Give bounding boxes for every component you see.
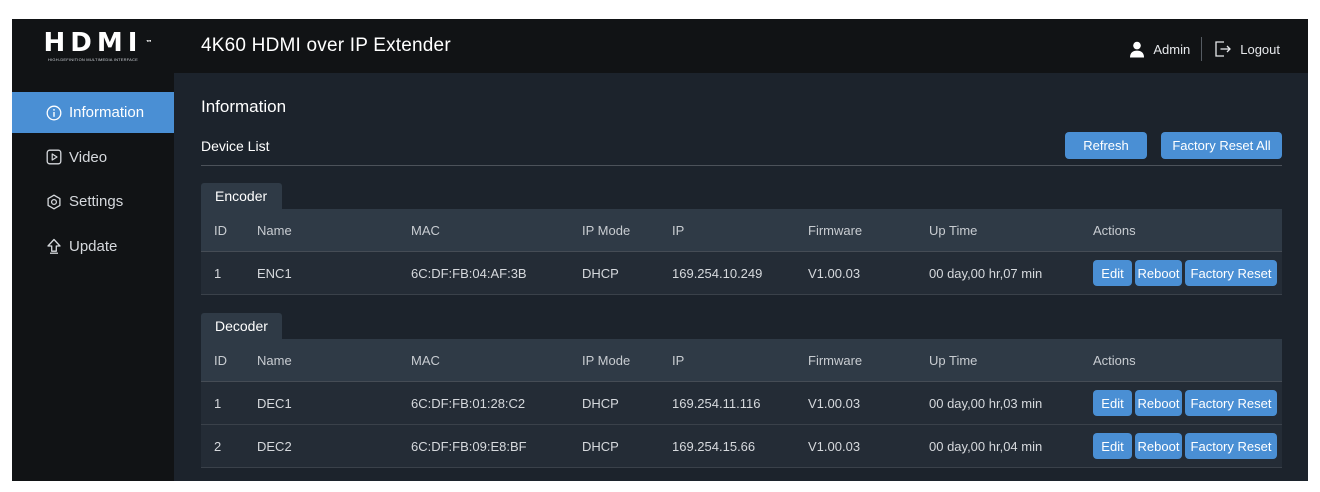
cell-uptime: 00 day,00 hr,04 min (929, 438, 1043, 454)
app-title: 4K60 HDMI over IP Extender (201, 35, 451, 56)
logout-link[interactable]: Logout (1240, 42, 1280, 57)
sidebar-item-label: Update (69, 237, 118, 255)
sidebar-item-update[interactable]: Update (12, 226, 174, 267)
tab-encoder[interactable]: Encoder (201, 183, 282, 209)
cell-ip: 169.254.11.116 (672, 395, 761, 411)
cell-mac: 6C:DF:FB:09:E8:BF (411, 438, 527, 454)
gear-icon (46, 194, 62, 210)
column-header: Firmware (808, 222, 863, 238)
edit-button[interactable]: Edit (1093, 433, 1132, 459)
column-header: Actions (1093, 352, 1136, 368)
encoder-table: ID Name MAC IP Mode IP Firmware Up Time … (201, 209, 1282, 295)
reboot-button[interactable]: Reboot (1135, 260, 1182, 286)
sidebar-item-label: Settings (69, 193, 124, 210)
column-header: ID (214, 352, 227, 368)
table-header: ID Name MAC IP Mode IP Firmware Up Time … (201, 209, 1282, 252)
sidebar: HDMI ™ HIGH-DEFINITION MULTIMEDIA INTERFA… (12, 19, 174, 481)
cell-mac: 6C:DF:FB:01:28:C2 (411, 395, 526, 411)
cell-uptime: 00 day,00 hr,03 min (929, 395, 1043, 411)
decoder-table: ID Name MAC IP Mode IP Firmware Up Time … (201, 339, 1282, 468)
sidebar-item-label: Information (69, 104, 145, 121)
tab-decoder[interactable]: Decoder (201, 313, 282, 339)
cell-firmware: V1.00.03 (808, 438, 861, 454)
column-header: Name (257, 222, 292, 238)
cell-name: ENC1 (257, 265, 292, 281)
factory-reset-button[interactable]: Factory Reset (1185, 260, 1277, 286)
cell-ip-mode: DHCP (582, 395, 619, 411)
column-header: IP (672, 222, 685, 238)
cell-ip: 169.254.10.249 (672, 265, 763, 281)
cell-ip-mode: DHCP (582, 438, 619, 454)
sidebar-item-information[interactable]: Information (12, 92, 174, 133)
cell-id: 2 (214, 438, 222, 454)
column-header: Actions (1093, 222, 1136, 238)
table-header: ID Name MAC IP Mode IP Firmware Up Time … (201, 339, 1282, 382)
table-row: 2 DEC2 6C:DF:FB:09:E8:BF DHCP 169.254.15… (201, 425, 1282, 468)
app-window: HDMI ™ HIGH-DEFINITION MULTIMEDIA INTERFA… (12, 19, 1308, 481)
cell-id: 1 (214, 265, 222, 281)
column-header: MAC (411, 352, 440, 368)
divider (201, 165, 1282, 166)
info-icon (46, 105, 62, 121)
cell-name: DEC1 (257, 395, 292, 411)
edit-button[interactable]: Edit (1093, 390, 1132, 416)
column-header: Up Time (929, 222, 978, 238)
upload-arrow-icon (46, 238, 62, 254)
cell-uptime: 00 day,00 hr,07 min (929, 265, 1043, 281)
column-header: IP (672, 352, 685, 368)
logout-icon[interactable] (1214, 40, 1232, 58)
sidebar-nav: Information Video Settings Update (12, 92, 174, 270)
divider (1201, 37, 1203, 61)
sidebar-item-settings[interactable]: Settings (12, 181, 174, 222)
user-area: Admin Logout (1129, 37, 1280, 61)
device-list-heading: Device List (201, 138, 270, 154)
cell-ip-mode: DHCP (582, 265, 619, 281)
reboot-button[interactable]: Reboot (1135, 390, 1182, 416)
top-bar: 4K60 HDMI over IP Extender Admin Logout (174, 19, 1308, 73)
user-name[interactable]: Admin (1153, 42, 1190, 57)
edit-button[interactable]: Edit (1093, 260, 1132, 286)
factory-reset-button[interactable]: Factory Reset (1185, 390, 1277, 416)
hdmi-logo: HDMI ™ HIGH-DEFINITION MULTIMEDIA INTERFA… (12, 19, 174, 73)
column-header: IP Mode (582, 222, 631, 238)
column-header: Up Time (929, 352, 978, 368)
cell-id: 1 (214, 395, 222, 411)
factory-reset-all-button[interactable]: Factory Reset All (1161, 132, 1282, 159)
refresh-button[interactable]: Refresh (1065, 132, 1147, 159)
cell-firmware: V1.00.03 (808, 265, 861, 281)
main-content: Information Device List Refresh Factory … (174, 73, 1308, 481)
logo-wordmark: HDMI ™ (43, 27, 153, 58)
user-icon (1130, 41, 1145, 57)
sidebar-item-label: Video (69, 148, 108, 166)
sidebar-item-video[interactable]: Video (12, 137, 174, 178)
table-row: 1 DEC1 6C:DF:FB:01:28:C2 DHCP 169.254.11… (201, 382, 1282, 425)
table-row: 1 ENC1 6C:DF:FB:04:AF:3B DHCP 169.254.10… (201, 252, 1282, 295)
reboot-button[interactable]: Reboot (1135, 433, 1182, 459)
cell-mac: 6C:DF:FB:04:AF:3B (411, 265, 527, 281)
column-header: Name (257, 352, 292, 368)
column-header: MAC (411, 222, 440, 238)
cell-firmware: V1.00.03 (808, 395, 861, 411)
play-icon (46, 149, 62, 165)
factory-reset-button[interactable]: Factory Reset (1185, 433, 1277, 459)
page-title: Information (201, 97, 287, 116)
column-header: IP Mode (582, 352, 631, 368)
column-header: Firmware (808, 352, 863, 368)
cell-name: DEC2 (257, 438, 292, 454)
cell-ip: 169.254.15.66 (672, 438, 756, 454)
column-header: ID (214, 222, 227, 238)
